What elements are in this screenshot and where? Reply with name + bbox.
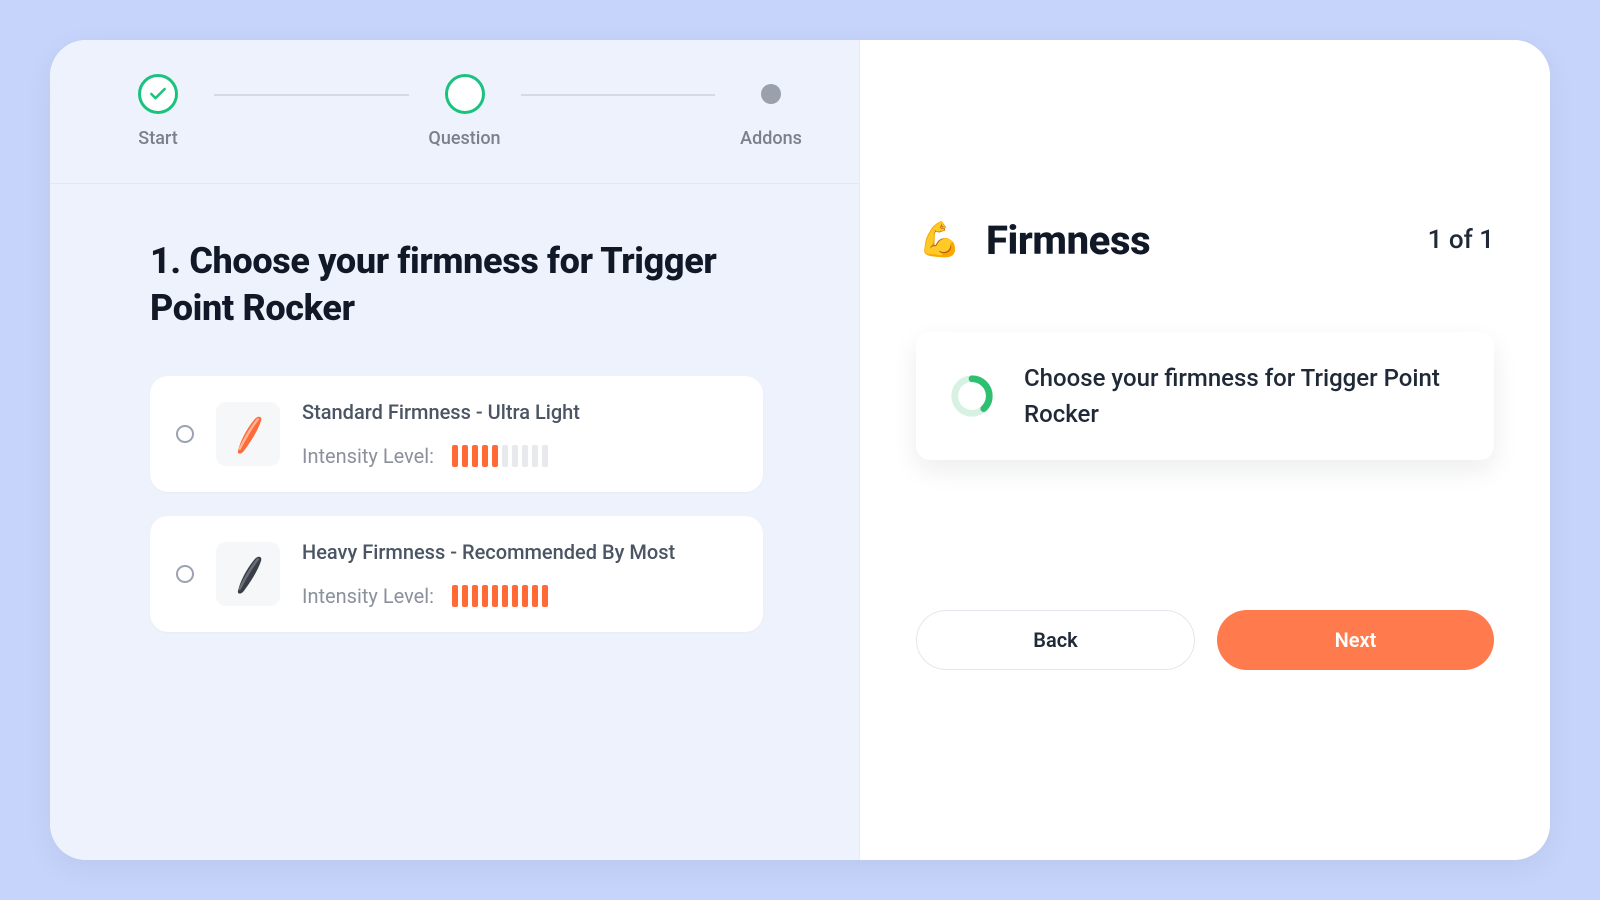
step-start-indicator [138, 74, 178, 114]
radio-icon[interactable] [176, 425, 194, 443]
wizard-card: Start Question Addons 1. Choose your fir… [50, 40, 1550, 860]
radio-icon[interactable] [176, 565, 194, 583]
progress-counter: 1 of 1 [1428, 225, 1494, 255]
summary-card: Choose your firmness for Trigger Point R… [916, 332, 1494, 460]
summary-text: Choose your firmness for Trigger Point R… [1024, 360, 1462, 432]
step-addons-indicator [761, 84, 781, 104]
right-header-left: 💪 Firmness [916, 216, 1150, 264]
intensity-bar [492, 445, 498, 467]
intensity-bar [482, 585, 488, 607]
intensity-bar [452, 445, 458, 467]
step-addons: Addons [731, 74, 811, 149]
stepper-connector [214, 94, 409, 96]
step-question-indicator [445, 74, 485, 114]
intensity-bar [472, 585, 478, 607]
intensity-bar [502, 445, 508, 467]
option-title: Standard Firmness - Ultra Light [302, 400, 580, 424]
intensity-row: Intensity Level: [302, 444, 580, 468]
progress-ring-icon [948, 372, 996, 420]
option-text: Heavy Firmness - Recommended By Most Int… [302, 540, 675, 608]
next-button[interactable]: Next [1217, 610, 1494, 670]
intensity-bar [462, 445, 468, 467]
intensity-label: Intensity Level: [302, 584, 434, 608]
step-question: Question [425, 74, 505, 149]
intensity-bar [512, 585, 518, 607]
intensity-bar [482, 445, 488, 467]
stepper-connector [521, 94, 716, 96]
step-start-label: Start [138, 128, 177, 149]
intensity-bar [502, 585, 508, 607]
intensity-bars [452, 445, 548, 467]
back-button[interactable]: Back [916, 610, 1195, 670]
left-body: 1. Choose your firmness for Trigger Poin… [50, 184, 859, 632]
options-list: Standard Firmness - Ultra Light Intensit… [150, 376, 763, 632]
left-panel: Start Question Addons 1. Choose your fir… [50, 40, 860, 860]
product-icon [222, 408, 274, 460]
step-start: Start [118, 74, 198, 149]
stepper: Start Question Addons [50, 40, 859, 184]
intensity-bar [542, 445, 548, 467]
intensity-label: Intensity Level: [302, 444, 434, 468]
section-title: Firmness [986, 217, 1150, 264]
option-standard-firmness[interactable]: Standard Firmness - Ultra Light Intensit… [150, 376, 763, 492]
intensity-bar [522, 445, 528, 467]
intensity-bar [542, 585, 548, 607]
intensity-bar [492, 585, 498, 607]
option-heavy-firmness[interactable]: Heavy Firmness - Recommended By Most Int… [150, 516, 763, 632]
intensity-bar [522, 585, 528, 607]
right-header: 💪 Firmness 1 of 1 [916, 216, 1494, 264]
intensity-bar [512, 445, 518, 467]
intensity-bar [532, 585, 538, 607]
step-addons-label: Addons [740, 128, 802, 149]
intensity-bar [452, 585, 458, 607]
intensity-row: Intensity Level: [302, 584, 675, 608]
option-title: Heavy Firmness - Recommended By Most [302, 540, 675, 564]
intensity-bar [472, 445, 478, 467]
question-title: 1. Choose your firmness for Trigger Poin… [150, 238, 763, 332]
intensity-bar [532, 445, 538, 467]
check-icon [148, 84, 168, 104]
right-panel: 💪 Firmness 1 of 1 Choose your firmness f… [860, 40, 1550, 860]
actions: Back Next [916, 610, 1494, 670]
option-thumbnail [216, 542, 280, 606]
option-text: Standard Firmness - Ultra Light Intensit… [302, 400, 580, 468]
bicep-icon: 💪 [916, 216, 964, 264]
intensity-bar [462, 585, 468, 607]
product-icon [222, 548, 274, 600]
option-thumbnail [216, 402, 280, 466]
step-question-label: Question [428, 128, 500, 149]
intensity-bars [452, 585, 548, 607]
